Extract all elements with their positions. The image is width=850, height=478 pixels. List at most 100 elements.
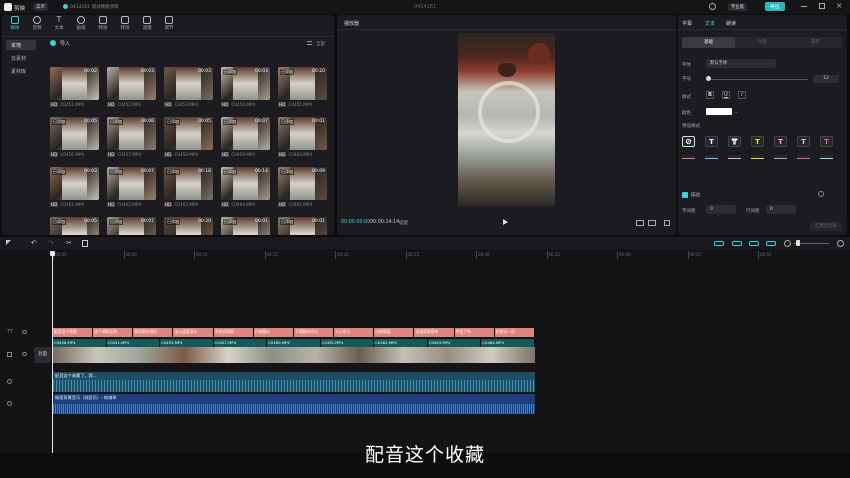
media-item[interactable]: 已添加 00:07 HD C0459.MP4 [221,117,270,162]
media-item[interactable]: 已添加 00:06 HD C0457.MP4 [107,117,156,162]
video-preview[interactable] [458,33,555,206]
text-clip[interactable]: 食材要处理好 [133,328,174,337]
media-item[interactable]: 已添加00:01HDC0470.MP4 [278,217,327,235]
media-thumbnail[interactable]: 已添加 00:20 [164,217,213,235]
ratio-icon[interactable] [636,220,644,226]
media-thumbnail[interactable]: 00:03 [164,67,213,100]
media-thumbnail[interactable]: 已添加 00:20 [278,67,327,100]
bold-button[interactable]: B [706,91,714,99]
text-clip[interactable]: 不然会煳锅 [213,328,254,337]
audio-track-1[interactable]: 配音这个收藏了，我... [53,372,535,392]
media-thumbnail[interactable]: 已添加 00:07 [107,217,156,235]
time-ruler[interactable]: 00:00 00:05 00:10 00:15 00:20 00:25 00:30 00:35… [0,251,850,261]
preset-magenta[interactable]: T [820,136,833,147]
select-tool-icon[interactable] [6,240,11,245]
tool-media[interactable]: 媒体 [4,16,26,31]
preset-pink[interactable]: T [774,136,787,147]
preset-none[interactable]: ⊘ [682,136,695,147]
preset-blue[interactable]: T [797,136,810,147]
preset-2-2[interactable] [705,155,718,159]
underline-button[interactable]: U [722,91,730,99]
text-clip[interactable]: 下锅翻炒均匀 [293,328,335,337]
sort-icon[interactable] [307,41,312,45]
media-thumbnail[interactable]: 已添加 00:01 [278,217,327,235]
media-item[interactable]: 已添加00:05HDC0466.MP4 [50,217,99,235]
media-item[interactable]: 00:03 HD C0453.MP4 [164,67,213,112]
menu-button[interactable]: 菜单 [33,3,48,11]
media-item[interactable]: 已添加 00:03 HD C0461.MP4 [50,167,99,212]
font-select[interactable]: 默认字体 [706,59,776,68]
size-slider[interactable] [708,79,808,80]
text-clip[interactable]: 加入适量清水 [173,328,214,337]
text-clip[interactable]: 学会了吗 [454,328,495,337]
text-clip[interactable]: 这个调料比例 [93,328,134,337]
reset-icon[interactable] [818,191,824,197]
sidebar-item-local[interactable]: 本地 [6,40,36,50]
media-thumbnail[interactable]: 已添加 00:07 [107,167,156,200]
media-item[interactable]: 已添加 00:20 HD C0455.MP4 [278,67,327,112]
zoom-in-icon[interactable] [837,240,844,247]
link-icon[interactable] [732,241,742,246]
zoom-out-icon[interactable] [784,240,791,247]
media-thumbnail[interactable]: 00:03 [107,67,156,100]
video-clip[interactable]: C0461.MP4 [321,339,375,347]
preset-2-7[interactable] [820,155,833,159]
video-clip[interactable]: C0463.MP4 [428,339,482,347]
media-thumbnail[interactable]: 已添加 00:03 [221,67,270,100]
play-icon[interactable] [503,219,508,225]
video-clip[interactable]: C0453.MP4 [160,339,214,347]
media-item[interactable]: 已添加 00:05 HD C0458.MP4 [164,117,213,162]
italic-button[interactable]: I [738,91,746,99]
apply-all-button[interactable]: 应用到全部 [810,222,842,231]
tool-text[interactable]: T 文本 [48,16,70,32]
fullscreen-icon[interactable] [664,220,670,226]
text-clip[interactable]: 这道菜很简单 [414,328,455,337]
close-icon[interactable]: × [836,1,843,10]
video-clip[interactable]: C0456.MP4 [53,339,107,347]
import-button[interactable]: 导入 [60,40,70,47]
tab-tts[interactable]: 朗读 [726,20,736,27]
preview-axis-icon[interactable] [766,241,776,246]
tab-text[interactable]: 文本 [705,20,715,27]
ratio-button[interactable]: 适配 [399,220,408,226]
video-clip[interactable]: C0451.MP4 [107,339,161,347]
text-clip[interactable]: 大火收汁 [334,328,375,337]
eye-icon[interactable] [22,330,27,334]
media-thumbnail[interactable]: 已添加 00:05 [50,117,99,150]
preset-2-5[interactable] [774,155,787,159]
tool-transition[interactable]: 转场 [114,16,136,31]
pro-button[interactable]: 专业版 [728,3,747,11]
media-thumbnail[interactable]: 已添加 00:05 [164,117,213,150]
media-thumbnail[interactable]: 已添加 00:05 [50,217,99,235]
media-thumbnail[interactable]: 已添加 00:18 [164,167,213,200]
tool-sticker[interactable]: 贴纸 [70,16,92,31]
preset-2-4[interactable] [751,155,764,159]
size-slider-handle[interactable] [706,76,711,81]
export-button[interactable]: 导出 [765,2,785,11]
eye-icon[interactable] [22,352,27,356]
filter-dropdown[interactable]: 全部 [316,41,325,47]
tool-audio[interactable]: 音频 [26,16,48,31]
media-item[interactable]: 已添加 00:07 HD C0462.MP4 [107,167,156,212]
media-item[interactable]: 已添加 00:09 HD C0465.MP4 [278,167,327,212]
sidebar-item-cloud[interactable]: 云素材 [6,53,36,63]
cover-button[interactable]: 封面 [34,347,51,363]
maximize-icon[interactable] [819,3,825,9]
video-track[interactable]: C0456.MP4 C0451.MP4 C0453.MP4 C0457.MP4 C046… [53,339,535,363]
text-clip[interactable]: 出锅装盘 [374,328,415,337]
subtab-bubble[interactable]: 气泡 [735,37,788,48]
subtab-fancy[interactable]: 花字 [789,37,842,48]
media-item[interactable]: 已添加 00:01 HD C0460.MP4 [278,117,327,162]
preset-2-3[interactable] [728,155,741,159]
text-clip[interactable]: 赶紧试一试 [494,328,535,337]
media-item[interactable]: 已添加00:01HDC0469.MP4 [221,217,270,235]
media-thumbnail[interactable]: 已添加 00:01 [221,217,270,235]
preset-white[interactable]: T [705,136,718,147]
tool-filter[interactable]: 滤镜 [136,16,158,31]
screen-icon[interactable] [648,220,656,226]
media-item[interactable]: 已添加00:07HDC0467.MP4 [107,217,156,235]
text-clip[interactable]: 配音这个收藏 [53,328,94,337]
tab-caption[interactable]: 字幕 [682,20,692,27]
media-thumbnail[interactable]: 已添加 00:06 [107,117,156,150]
undo-icon[interactable]: ↶ [31,239,37,247]
